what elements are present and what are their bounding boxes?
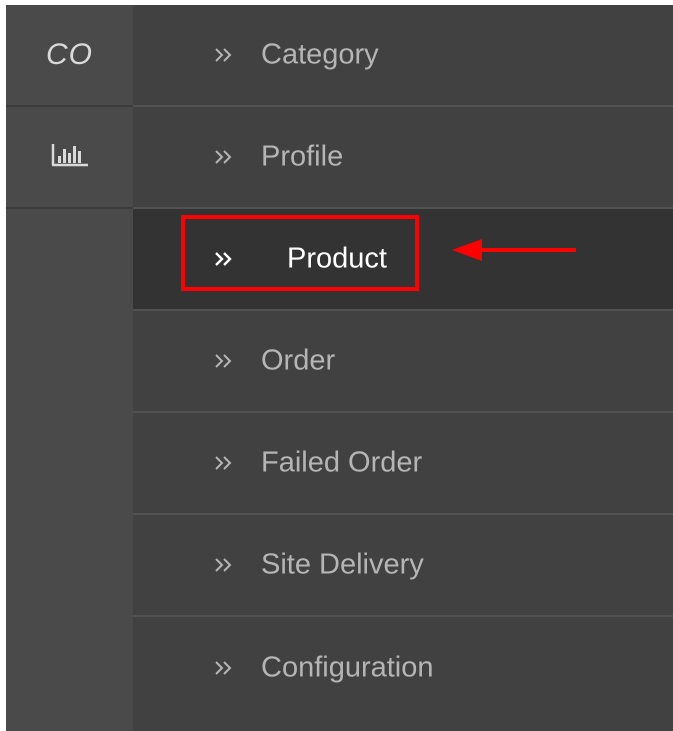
annotation-arrow-icon	[452, 239, 576, 261]
double-chevron-right-icon	[215, 48, 232, 62]
reports-rail-button[interactable]	[6, 107, 133, 209]
icon-rail: CO	[6, 5, 133, 731]
double-chevron-right-icon	[215, 354, 232, 368]
menu-item-label: Order	[261, 344, 336, 377]
menu-item-label: Configuration	[261, 651, 434, 684]
double-chevron-right-icon	[215, 456, 232, 470]
menu-item-configuration[interactable]: Configuration	[133, 617, 673, 719]
menu-item-label: Site Delivery	[261, 548, 424, 581]
menu-item-order[interactable]: Order	[133, 311, 673, 413]
admin-sidebar: CO Category Profile Product Order Failed…	[6, 5, 673, 731]
menu-item-category[interactable]: Category	[133, 5, 673, 107]
main-menu: Category Profile Product Order Failed Or…	[133, 5, 673, 731]
bar-chart-icon	[51, 143, 89, 172]
double-chevron-right-icon	[215, 661, 232, 675]
double-chevron-right-icon	[215, 558, 232, 572]
menu-item-site-delivery[interactable]: Site Delivery	[133, 515, 673, 617]
highlight-box	[181, 215, 419, 291]
menu-item-failed-order[interactable]: Failed Order	[133, 413, 673, 515]
logo-text: CO	[46, 38, 93, 71]
menu-item-label: Profile	[261, 140, 344, 173]
menu-item-label: Failed Order	[261, 446, 423, 479]
menu-item-label: Category	[261, 38, 379, 71]
app-logo[interactable]: CO	[6, 5, 133, 107]
double-chevron-right-icon	[215, 150, 232, 164]
menu-item-profile[interactable]: Profile	[133, 107, 673, 209]
